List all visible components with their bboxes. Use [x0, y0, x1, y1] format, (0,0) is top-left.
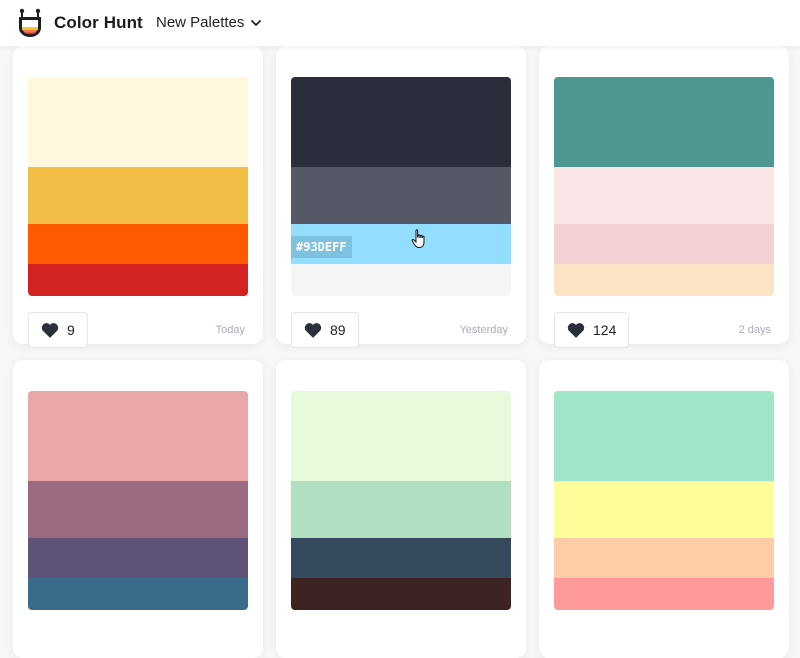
- color-band[interactable]: [28, 538, 248, 578]
- palette-swatch[interactable]: [554, 391, 774, 610]
- like-count: 9: [67, 322, 75, 338]
- color-band[interactable]: [554, 481, 774, 538]
- palette-date: 2 days: [738, 324, 771, 336]
- brand-name[interactable]: Color Hunt: [54, 13, 143, 33]
- color-band[interactable]: [291, 538, 511, 578]
- like-button[interactable]: 89: [291, 312, 359, 348]
- heart-icon: [567, 323, 585, 338]
- like-button[interactable]: 124: [554, 312, 630, 348]
- palette-card: 9 Today: [13, 46, 263, 348]
- color-band[interactable]: [28, 391, 248, 481]
- color-band[interactable]: [554, 264, 774, 296]
- palette-card: #93DEFF 89 Yesterday: [276, 46, 526, 348]
- top-bar: Color Hunt New Palettes: [0, 0, 800, 46]
- color-band[interactable]: [28, 578, 248, 610]
- like-count: 89: [330, 322, 346, 338]
- hex-code-badge[interactable]: #93DEFF: [291, 236, 352, 258]
- palette-grid: 9 Today #93DEFF 89 Yesterday 124 2 days: [0, 46, 800, 658]
- palette-swatch[interactable]: [291, 391, 511, 610]
- heart-icon: [304, 323, 322, 338]
- palette-swatch[interactable]: [28, 77, 248, 296]
- color-band[interactable]: [554, 391, 774, 481]
- like-button[interactable]: 9: [28, 312, 88, 348]
- color-band-hovered[interactable]: #93DEFF: [291, 224, 511, 264]
- new-palettes-dropdown[interactable]: New Palettes: [156, 14, 262, 31]
- chevron-down-icon: [251, 19, 262, 26]
- palette-date: Yesterday: [459, 324, 508, 336]
- color-band[interactable]: [291, 578, 511, 610]
- palette-card: [276, 360, 526, 658]
- like-count: 124: [593, 322, 617, 338]
- color-band[interactable]: [554, 77, 774, 167]
- nav-label: New Palettes: [156, 14, 245, 31]
- color-band[interactable]: [554, 578, 774, 610]
- color-band[interactable]: [291, 391, 511, 481]
- color-band[interactable]: [554, 167, 774, 224]
- color-band[interactable]: [28, 77, 248, 167]
- palette-date: Today: [215, 324, 245, 336]
- palette-card: [539, 360, 789, 658]
- color-band[interactable]: [554, 538, 774, 578]
- color-band[interactable]: [291, 481, 511, 538]
- palette-card: 124 2 days: [539, 46, 789, 348]
- color-band[interactable]: [554, 224, 774, 264]
- color-band[interactable]: [291, 77, 511, 167]
- color-band[interactable]: [291, 167, 511, 224]
- hand-cursor-icon: [411, 229, 425, 249]
- color-band[interactable]: [28, 481, 248, 538]
- palette-swatch[interactable]: [28, 391, 248, 610]
- palette-swatch[interactable]: #93DEFF: [291, 77, 511, 296]
- color-hunt-logo-icon[interactable]: [16, 8, 44, 38]
- color-band[interactable]: [28, 224, 248, 264]
- heart-icon: [41, 323, 59, 338]
- color-band[interactable]: [28, 167, 248, 224]
- color-band[interactable]: [291, 264, 511, 296]
- palette-swatch[interactable]: [554, 77, 774, 296]
- palette-card: [13, 360, 263, 658]
- color-band[interactable]: [28, 264, 248, 296]
